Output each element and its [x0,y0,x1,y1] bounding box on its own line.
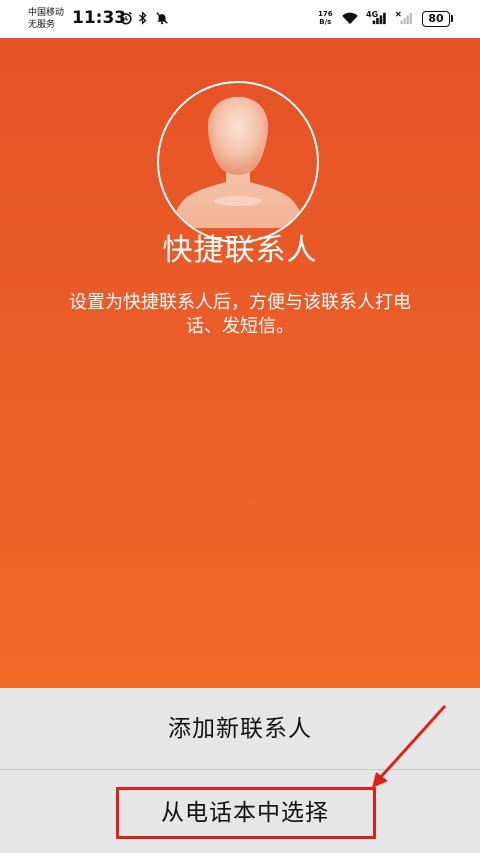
network-speed-value: 176 [318,10,333,18]
battery-indicator: 80 [422,11,450,27]
bluetooth-icon [139,11,147,25]
wifi-icon [342,12,358,25]
choose-from-phonebook-button[interactable]: 从电话本中选择 [115,788,375,838]
page-title: 快捷联系人 [162,233,318,268]
person-silhouette-icon [172,97,304,228]
signal-strength-icon [372,12,386,25]
network-speed: 176 B/s [318,10,333,26]
page-description: 设置为快捷联系人后，方便与该联系人打电话、发短信。 [69,292,411,337]
carrier-name: 中国移动 [28,8,65,18]
status-bar: 中国移动 无服务 11:33 176 B/s 4G 80 [0,0,480,38]
quick-contact-header: 快捷联系人 设置为快捷联系人后，方便与该联系人打电话、发短信。 [0,38,480,688]
contact-avatar[interactable] [157,81,319,243]
battery-tip [451,15,453,22]
alarm-clock-icon [120,11,132,25]
carrier-service-status: 无服务 [28,20,56,30]
add-new-contact-button[interactable]: 添加新联系人 [0,688,480,770]
network-speed-unit: B/s [319,18,332,26]
action-sheet: 添加新联系人 从电话本中选择 [0,688,480,853]
mute-bell-icon [156,12,168,25]
no-service-signal-icon [395,11,412,25]
